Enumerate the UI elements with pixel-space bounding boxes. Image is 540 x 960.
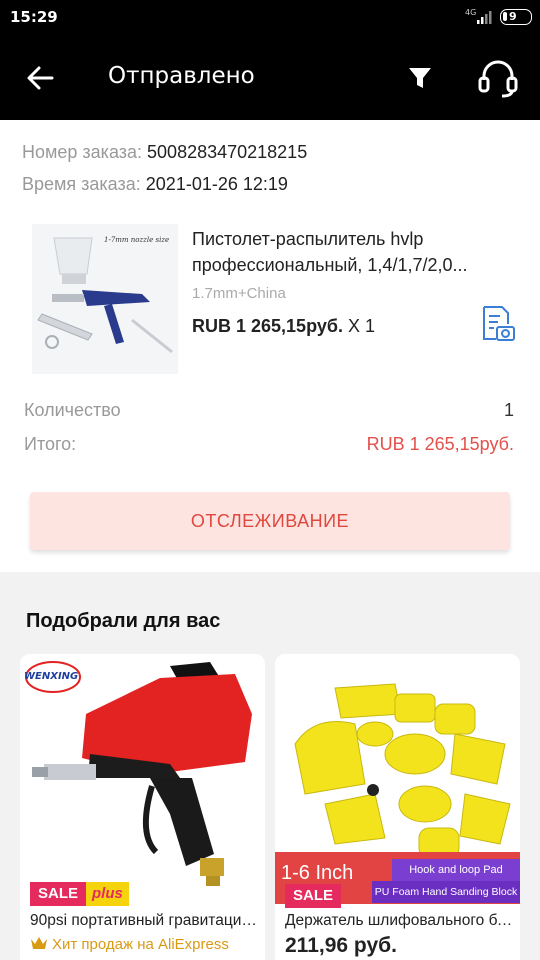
product-price-value: RUB 1 265,15руб. (192, 316, 343, 336)
app-bar: Отправлено (0, 36, 540, 120)
card-price: 211,96 руб. (285, 934, 397, 957)
sale-label: SALE (30, 882, 87, 906)
crown-icon (31, 937, 47, 949)
product-price: RUB 1 265,15руб. X 1 (192, 316, 375, 337)
total-label: Итого: (24, 434, 77, 454)
photo-review-icon[interactable] (478, 304, 516, 342)
network-type: 4G (465, 8, 477, 17)
product-image[interactable]: 1-7mm nozzle size (32, 224, 178, 374)
quantity-value: 1 (503, 400, 514, 420)
filter-icon[interactable] (406, 64, 434, 92)
product-variant: 1.7mm+China (192, 285, 286, 302)
product-title-line1: Пистолет-распылитель hvlp (192, 229, 424, 249)
signal-icon (477, 11, 492, 24)
order-number: Номер заказа: 5008283470218215 (22, 142, 307, 163)
card-title: Держатель шлифовального блока (285, 912, 513, 929)
headset-icon[interactable] (476, 58, 520, 98)
recommendation-card[interactable]: WENXING SALE plus 90psi портативный грав… (20, 654, 265, 960)
bestseller-label: Хит продаж на AliExpress (30, 936, 229, 953)
battery-icon: 9 (500, 9, 532, 25)
recommendation-card[interactable]: 1-6 Inch Hook and loop Pad PU Foam Hand … (275, 654, 520, 960)
recommendations-title: Подобрали для вас (26, 610, 221, 632)
product-title-line2: профессиональный, 1,4/1,7/2,0... (192, 255, 468, 275)
banner-hook-text: Hook and loop Pad (392, 859, 520, 881)
order-time: Время заказа: 2021-01-26 12:19 (22, 174, 288, 195)
battery-level: 9 (509, 10, 517, 23)
brand-name: WENXING (24, 671, 79, 682)
total-value: RUB 1 265,15руб. (366, 434, 514, 454)
product-image-caption: 1-7mm nozzle size (104, 236, 169, 244)
banner-foam-text: PU Foam Hand Sanding Block (372, 881, 520, 903)
page-title: Отправлено (108, 63, 255, 89)
status-bar: 15:29 4G 9 (0, 0, 540, 36)
card-title: 90psi портативный гравитационный (30, 912, 258, 929)
order-time-label: Время заказа: (22, 174, 141, 194)
sale-plus-label: plus (86, 882, 129, 906)
order-time-value: 2021-01-26 12:19 (145, 174, 288, 194)
order-number-label: Номер заказа: (22, 142, 143, 162)
sale-label: SALE (285, 884, 342, 908)
product-title[interactable]: Пистолет-распылитель hvlp профессиональн… (192, 226, 522, 278)
status-time: 15:29 (10, 8, 58, 26)
sale-badge: SALE (285, 884, 342, 908)
product-qty: X 1 (347, 316, 375, 336)
track-order-button[interactable]: ОТСЛЕЖИВАНИЕ (30, 492, 510, 550)
quantity-label: Количество (24, 400, 121, 420)
banner-size-text: 1-6 Inch (281, 862, 354, 884)
bestseller-text: Хит продаж на AliExpress (52, 936, 229, 953)
order-number-value: 5008283470218215 (147, 142, 308, 162)
sale-badge: SALE plus (30, 882, 129, 906)
arrow-left-icon[interactable] (24, 62, 56, 94)
